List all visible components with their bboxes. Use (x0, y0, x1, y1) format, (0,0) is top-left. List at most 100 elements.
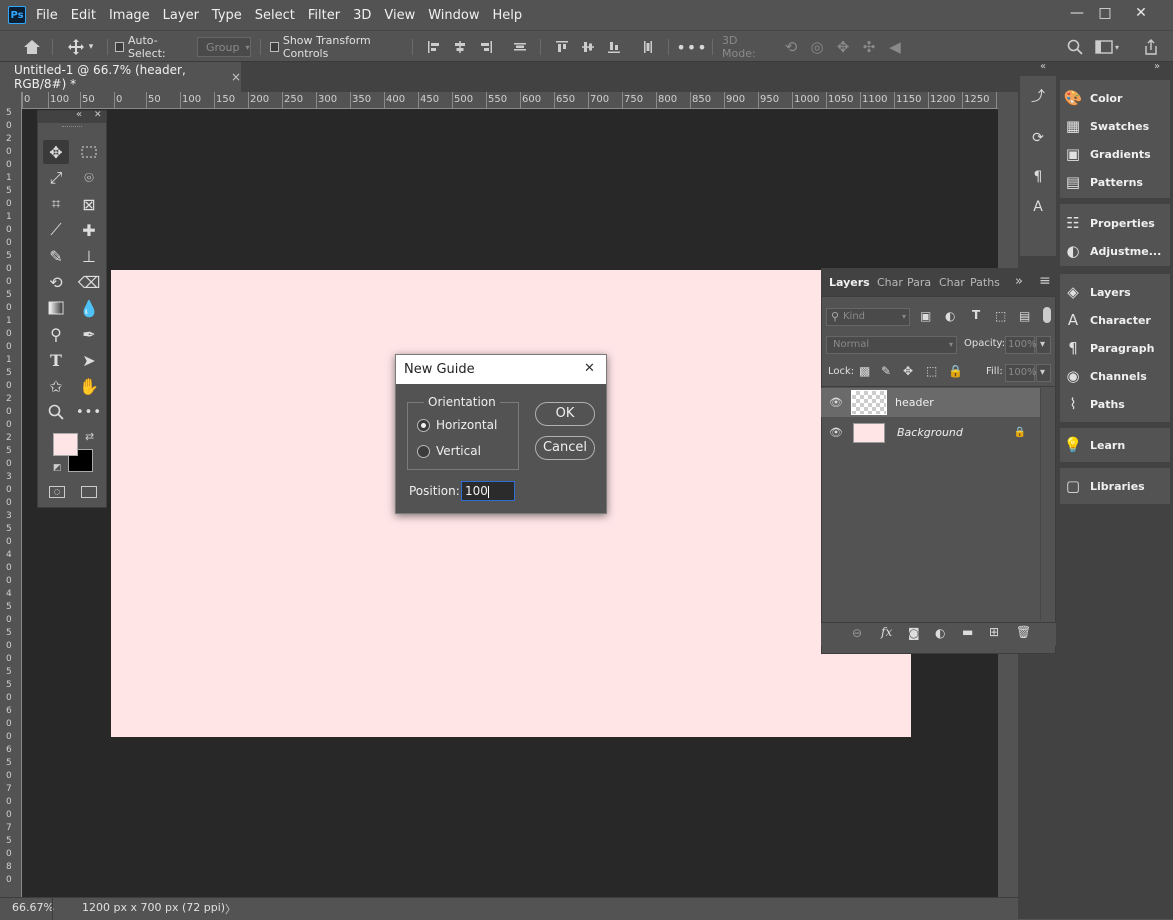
panel-menu-icon[interactable]: ≡ (1039, 273, 1051, 289)
close-window-button[interactable]: ✕ (1130, 4, 1152, 22)
3d-orbit-icon[interactable]: ⟲ (780, 37, 802, 57)
distribute-icon[interactable] (510, 37, 530, 57)
healing-brush-tool-icon[interactable]: ✚ (76, 218, 102, 242)
workspace-icon[interactable]: ▾ (1094, 37, 1120, 57)
tab-character[interactable]: Char (877, 276, 903, 289)
3d-pan-icon[interactable]: ✥ (832, 37, 854, 57)
dock-item-libraries[interactable]: ▢ Libraries (1062, 473, 1166, 499)
3d-scale-icon[interactable]: ◀ (884, 37, 906, 57)
more-tabs-icon[interactable]: » (1015, 274, 1023, 289)
tab-paths[interactable]: Paths (970, 276, 1000, 289)
align-middle-icon[interactable] (578, 37, 598, 57)
vertical-radio[interactable] (417, 445, 430, 458)
layer-name[interactable]: Background (897, 426, 963, 439)
type-tool-icon[interactable]: T (43, 348, 69, 372)
marquee-tool-icon[interactable] (76, 140, 102, 164)
dock-item-layers[interactable]: ◈ Layers (1062, 279, 1166, 305)
menu-file[interactable]: File (36, 8, 58, 23)
minimize-button[interactable]: — (1066, 4, 1088, 22)
menu-select[interactable]: Select (255, 8, 295, 23)
dock-item-properties[interactable]: ☷ Properties (1062, 210, 1166, 236)
dialog-title-bar[interactable]: New Guide (396, 355, 606, 384)
align-right-icon[interactable] (476, 37, 496, 57)
lock-artboard-icon[interactable]: ⬚ (926, 364, 937, 378)
dodge-tool-icon[interactable]: ⚲ (43, 322, 69, 346)
eyedropper-tool-icon[interactable]: ⟋ (43, 218, 69, 242)
close-icon[interactable]: ✕ (94, 110, 102, 120)
document-tab[interactable]: Untitled-1 @ 66.7% (header, RGB/8#) * × (0, 62, 241, 92)
horizontal-label[interactable]: Horizontal (436, 418, 497, 432)
filter-pixel-icon[interactable]: ▣ (920, 309, 931, 323)
fx-icon[interactable]: fx (881, 625, 892, 639)
filter-smart-object-icon[interactable]: ▤ (1019, 309, 1030, 323)
lock-pixels-icon[interactable]: ✎ (881, 364, 891, 378)
distribute-vertical-icon[interactable] (638, 37, 658, 57)
brush-tool-icon[interactable]: ✎ (43, 244, 69, 268)
dock-item-channels[interactable]: ◉ Channels (1062, 363, 1166, 389)
auto-select-dropdown[interactable]: Group ▾ (197, 37, 251, 57)
history-panel-icon[interactable]: ⤴ (1029, 86, 1047, 106)
align-left-icon[interactable] (424, 37, 444, 57)
dock-item-character[interactable]: A Character (1062, 307, 1166, 333)
quick-mask-icon[interactable] (49, 486, 65, 498)
search-icon[interactable] (1064, 37, 1086, 57)
dock-item-learn[interactable]: 💡 Learn (1062, 432, 1166, 458)
tab-channels[interactable]: Char (939, 276, 965, 289)
dock-item-patterns[interactable]: ▤ Patterns (1062, 169, 1166, 195)
grip-icon[interactable] (62, 126, 82, 128)
clone-stamp-tool-icon[interactable]: ⊥ (76, 244, 102, 268)
eye-icon[interactable]: 👁 (821, 396, 851, 409)
default-colors-icon[interactable]: ◩ (53, 463, 62, 473)
swap-colors-icon[interactable]: ⇄ (85, 430, 94, 443)
expand-icon[interactable]: » (1154, 61, 1160, 72)
tab-paragraph[interactable]: Para (907, 276, 931, 289)
gradient-tool-icon[interactable] (43, 296, 69, 320)
adjustment-layer-icon[interactable]: ◐ (935, 626, 945, 640)
3d-slide-icon[interactable]: ✣ (858, 37, 880, 57)
path-selection-tool-icon[interactable]: ➤ (76, 348, 102, 372)
menu-help[interactable]: Help (493, 8, 523, 23)
horizontal-ruler[interactable]: 0 100 50 0 50 100 150 200 250 300 350 400 450 500 550 6… (22, 92, 998, 109)
quick-selection-tool-icon[interactable]: ⌾ (76, 166, 102, 190)
filter-toggle-icon[interactable] (1043, 307, 1051, 323)
artboard-tool-icon[interactable]: ⤢ (43, 166, 69, 190)
menu-edit[interactable]: Edit (71, 8, 96, 23)
menu-filter[interactable]: Filter (308, 8, 340, 23)
3d-roll-icon[interactable]: ◎ (806, 37, 828, 57)
align-center-icon[interactable] (450, 37, 470, 57)
move-tool-preset-button[interactable]: ▾ (60, 37, 100, 57)
close-tab-icon[interactable]: × (231, 70, 241, 84)
screen-mode-icon[interactable] (81, 486, 97, 498)
document-info[interactable]: 1200 px x 700 px (72 ppi) (82, 901, 225, 914)
layers-scrollbar[interactable] (1040, 388, 1054, 620)
paragraph-styles-icon[interactable]: ¶ (1029, 169, 1047, 189)
menu-3d[interactable]: 3D (353, 8, 371, 23)
filter-kind-dropdown[interactable]: ⚲ Kind ▾ (826, 308, 910, 326)
lock-all-icon[interactable]: 🔒 (948, 364, 963, 378)
history-brush-tool-icon[interactable]: ⟲ (43, 270, 69, 294)
ok-button[interactable]: OK (535, 402, 595, 426)
tab-layers[interactable]: Layers (829, 276, 870, 289)
menu-layer[interactable]: Layer (163, 8, 199, 23)
dock-item-swatches[interactable]: ▦ Swatches (1062, 113, 1166, 139)
add-mask-icon[interactable]: ◙ (908, 626, 920, 640)
collapse-icon[interactable]: « (76, 109, 82, 120)
menu-view[interactable]: View (384, 8, 415, 23)
delete-layer-icon[interactable]: 🗑 (1016, 625, 1031, 639)
pen-tool-icon[interactable]: ✒ (76, 322, 102, 346)
foreground-color-swatch[interactable] (53, 433, 78, 456)
opacity-input[interactable]: 100% (1005, 336, 1037, 354)
eye-icon[interactable]: 👁 (821, 426, 851, 439)
more-tools-icon[interactable]: ••• (76, 400, 102, 424)
dock-item-paragraph[interactable]: ¶ Paragraph (1062, 335, 1166, 361)
horizontal-radio[interactable] (417, 419, 430, 432)
filter-type-icon[interactable]: T (972, 308, 980, 322)
move-tool-icon[interactable]: ✥ (43, 140, 69, 164)
character-styles-icon[interactable]: A (1029, 199, 1047, 219)
more-options-icon[interactable]: ••• (676, 37, 706, 57)
lock-transparent-icon[interactable]: ▩ (859, 364, 870, 378)
collapse-icon[interactable]: « (1040, 61, 1046, 72)
layer-name[interactable]: header (895, 396, 934, 409)
home-icon[interactable] (18, 37, 46, 57)
blend-mode-dropdown[interactable]: Normal ▾ (826, 336, 957, 354)
